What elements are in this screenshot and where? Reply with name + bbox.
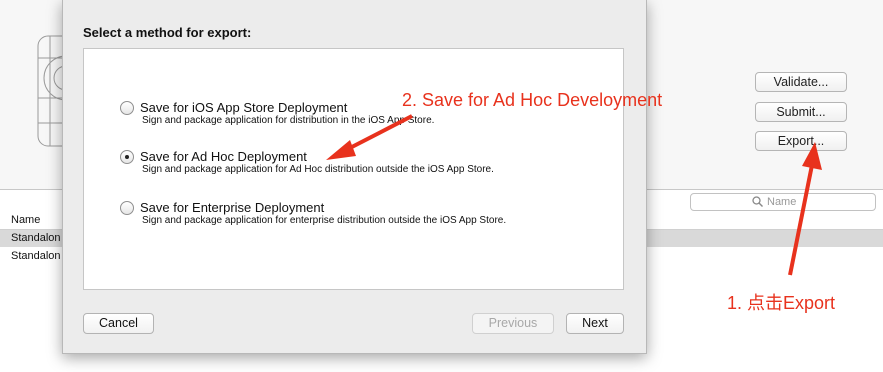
annotation-arrows (326, 114, 822, 276)
arrow-to-ad-hoc-icon (345, 114, 413, 152)
annotation-step-1: 1. 点击Export (727, 293, 836, 313)
annotation-step-2: 2. Save for Ad Hoc Develoyment (402, 90, 663, 110)
arrow-head-ad-hoc (326, 140, 356, 160)
arrow-head-export (802, 142, 822, 170)
arrow-to-export-icon (788, 164, 814, 276)
